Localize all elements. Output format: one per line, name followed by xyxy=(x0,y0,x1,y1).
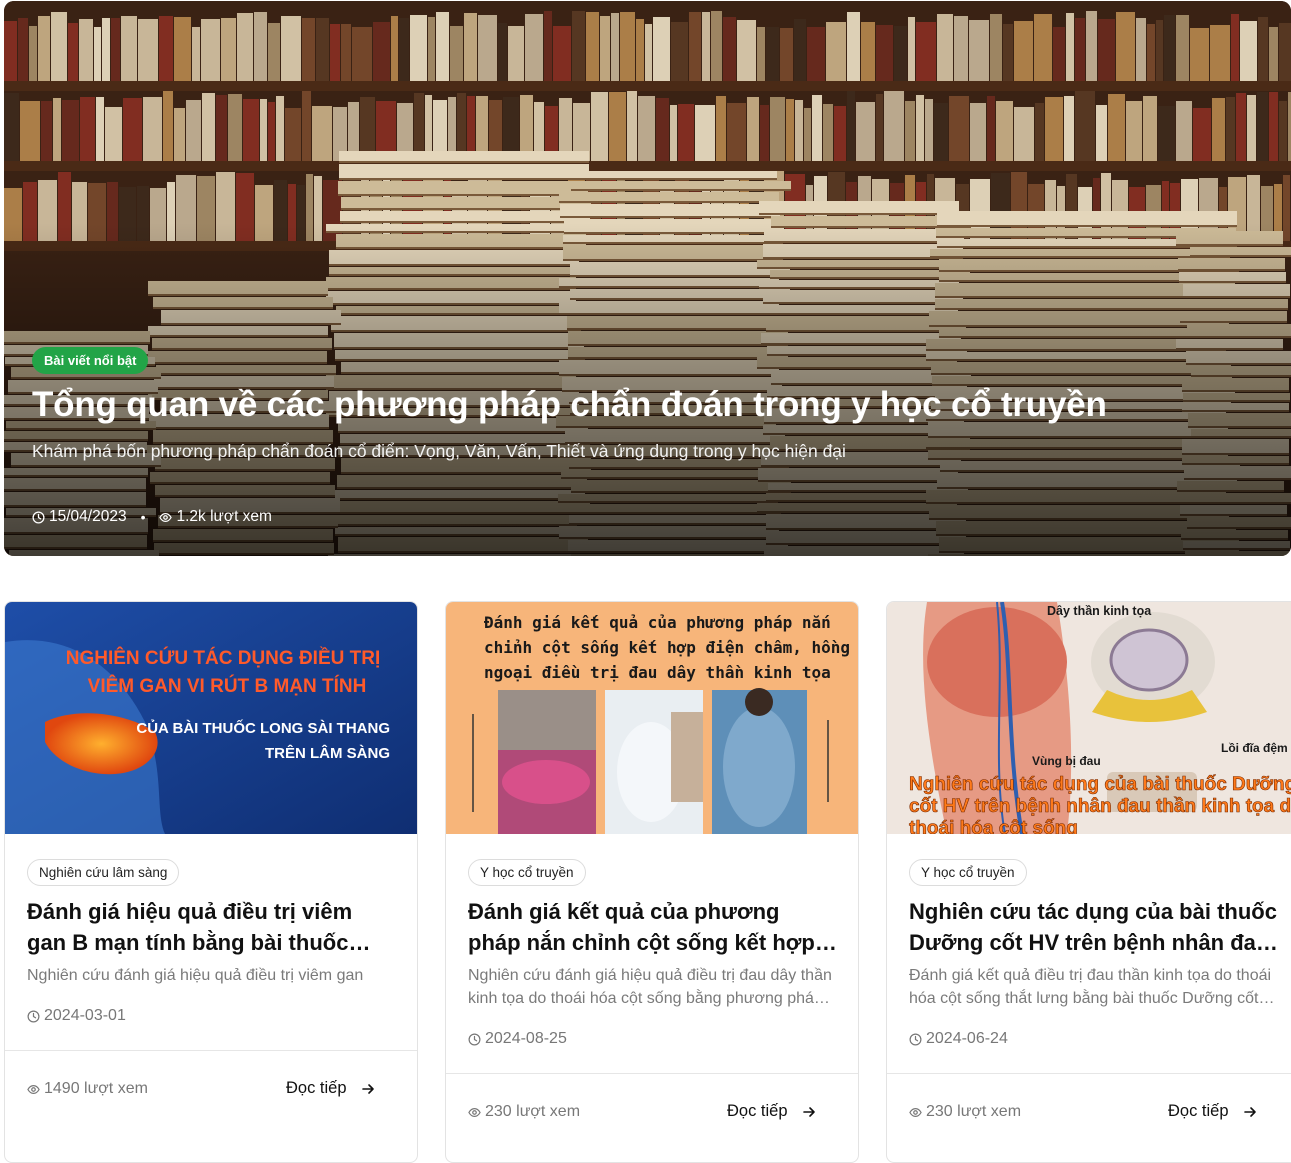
hero-description: Khám phá bốn phương pháp chẩn đoán cổ đi… xyxy=(32,441,846,461)
card-views-text: 230 lượt xem xyxy=(485,1103,581,1120)
category-tag[interactable]: Y học cổ truyền xyxy=(468,859,586,886)
card-date-text: 2024-08-25 xyxy=(485,1030,567,1047)
card-views: 230 lượt xem xyxy=(468,1103,580,1121)
card-views-text: 230 lượt xem xyxy=(926,1103,1022,1120)
hero-title[interactable]: Tổng quan về các phương pháp chẩn đoán t… xyxy=(32,385,1107,425)
card-date: 2024-03-01 xyxy=(27,1007,126,1025)
card-divider xyxy=(887,1073,1291,1074)
card-views: 230 lượt xem xyxy=(909,1103,1021,1121)
card-image-text: VIÊM GAN VI RÚT B MẠN TÍNH xyxy=(88,675,367,697)
card-image-text: thoái hóa cột sống xyxy=(909,818,1078,834)
read-more-label[interactable]: Đọc tiếp xyxy=(727,1102,788,1121)
card-divider xyxy=(446,1073,858,1074)
card-thumbnail[interactable]: NGHIÊN CỨU TÁC DỤNG ĐIỀU TRỊ VIÊM GAN VI… xyxy=(5,602,417,834)
read-more-link[interactable]: Đọc tiếp xyxy=(727,1102,816,1121)
featured-badge: Bài viết nổi bật xyxy=(32,347,149,374)
card-image-text: chỉnh cột sống kết hợp điện châm, hồng xyxy=(484,638,850,657)
category-tag[interactable]: Nghiên cứu lâm sàng xyxy=(27,859,180,886)
card-thumbnail[interactable]: Dây thần kinh tọa Lồi đĩa đệm Vùng bị đa… xyxy=(887,602,1291,834)
card-image-text: cốt HV trên bệnh nhân đau thần kinh tọa … xyxy=(909,796,1291,817)
card-excerpt: Đánh giá kết quả điều trị đau thần kinh … xyxy=(909,967,1272,1007)
hero-meta: 15/04/2023 • 1.2k lượt xem xyxy=(32,508,272,526)
article-card[interactable]: NGHIÊN CỨU TÁC DỤNG ĐIỀU TRỊ VIÊM GAN VI… xyxy=(4,601,418,1163)
card-thumbnail[interactable]: Đánh giá kết quả của phương pháp nắn chỉ… xyxy=(446,602,858,834)
read-more-link[interactable]: Đọc tiếp xyxy=(1168,1102,1257,1121)
featured-article[interactable]: Bài viết nổi bật Tổng quan về các phương… xyxy=(4,1,1291,556)
clock-icon xyxy=(909,1033,922,1046)
card-image-text: Lồi đĩa đệm xyxy=(1221,741,1288,755)
card-title[interactable]: Đánh giá hiệu quả điều trị viêm gan B mạ… xyxy=(27,896,397,958)
card-date-text: 2024-03-01 xyxy=(44,1007,126,1024)
clock-icon xyxy=(27,1010,40,1023)
card-views-text: 1490 lượt xem xyxy=(44,1080,148,1097)
arrow-right-icon xyxy=(361,1082,375,1096)
read-more-label[interactable]: Đọc tiếp xyxy=(1168,1102,1229,1121)
read-more-label[interactable]: Đọc tiếp xyxy=(286,1079,347,1098)
clock-icon xyxy=(32,510,45,524)
card-image-text: Dây thần kinh tọa xyxy=(1047,604,1152,618)
clock-icon xyxy=(468,1033,481,1046)
read-more-link[interactable]: Đọc tiếp xyxy=(286,1079,375,1098)
meta-separator: • xyxy=(140,509,146,525)
eye-icon xyxy=(468,1106,481,1119)
card-image-text: TRÊN LÂM SÀNG xyxy=(265,744,390,762)
article-card[interactable]: Dây thần kinh tọa Lồi đĩa đệm Vùng bị đa… xyxy=(886,601,1291,1163)
card-image-text: Đánh giá kết quả của phương pháp nắn xyxy=(484,613,831,632)
arrow-right-icon xyxy=(1243,1105,1257,1119)
hero-date: 15/04/2023 xyxy=(49,508,127,525)
card-views: 1490 lượt xem xyxy=(27,1080,148,1098)
eye-icon xyxy=(27,1083,40,1096)
card-image-text: ngoại điều trị đau dây thần kinh tọa xyxy=(484,663,831,682)
card-image-text: Vùng bị đau xyxy=(1032,754,1101,768)
eye-icon xyxy=(909,1106,922,1119)
eye-icon xyxy=(159,511,173,524)
hero-overlay xyxy=(4,1,1291,556)
card-title[interactable]: Nghiên cứu tác dụng của bài thuốc Dưỡng … xyxy=(909,896,1279,958)
card-title[interactable]: Đánh giá kết quả của phương pháp nắn chỉ… xyxy=(468,896,838,958)
card-image-text: CỦA BÀI THUỐC LONG SÀI THANG xyxy=(136,719,390,737)
card-divider xyxy=(5,1050,417,1051)
category-tag[interactable]: Y học cổ truyền xyxy=(909,859,1027,886)
card-date-text: 2024-06-24 xyxy=(926,1030,1008,1047)
article-card[interactable]: Đánh giá kết quả của phương pháp nắn chỉ… xyxy=(445,601,859,1163)
card-date: 2024-06-24 xyxy=(909,1030,1008,1048)
card-excerpt: Nghiên cứu đánh giá hiệu quả điều trị vi… xyxy=(27,967,364,984)
arrow-right-icon xyxy=(802,1105,816,1119)
hero-views: 1.2k lượt xem xyxy=(176,508,272,525)
card-image-text: NGHIÊN CỨU TÁC DỤNG ĐIỀU TRỊ xyxy=(66,647,380,669)
card-image-text: Nghiên cứu tác dụng của bài thuốc Dưỡng xyxy=(909,774,1291,795)
card-date: 2024-08-25 xyxy=(468,1030,567,1048)
card-excerpt: Nghiên cứu đánh giá hiệu quả điều trị đa… xyxy=(468,967,832,1007)
